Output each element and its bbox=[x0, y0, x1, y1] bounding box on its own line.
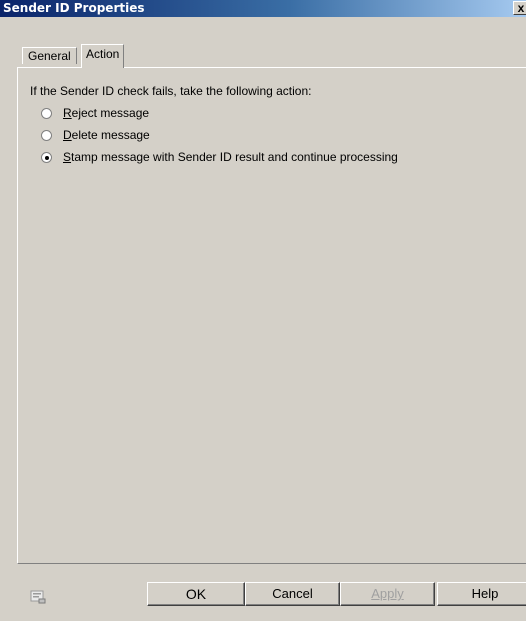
radio-circle bbox=[41, 130, 52, 141]
title-bar[interactable]: Sender ID Properties x bbox=[0, 0, 526, 17]
help-button[interactable]: Help bbox=[437, 582, 526, 606]
ok-button[interactable]: OK bbox=[147, 582, 245, 606]
help-topic-icon[interactable] bbox=[30, 590, 46, 604]
apply-button[interactable]: Apply bbox=[340, 582, 435, 606]
tab-general[interactable]: General bbox=[22, 47, 77, 64]
radio-reject-message[interactable]: Reject message bbox=[33, 106, 313, 122]
action-prompt: If the Sender ID check fails, take the f… bbox=[30, 84, 312, 98]
radio-stamp-message[interactable]: Stamp message with Sender ID result and … bbox=[33, 150, 398, 166]
radio-label: Stamp message with Sender ID result and … bbox=[63, 150, 398, 164]
properties-dialog: Sender ID Properties x General Action If… bbox=[0, 0, 526, 621]
radio-delete-message[interactable]: Delete message bbox=[33, 128, 313, 144]
cancel-button[interactable]: Cancel bbox=[245, 582, 340, 606]
radio-label: Delete message bbox=[63, 128, 150, 142]
window-title: Sender ID Properties bbox=[3, 1, 145, 15]
close-button[interactable]: x bbox=[513, 1, 526, 15]
radio-circle bbox=[41, 108, 52, 119]
radio-selected-dot bbox=[45, 156, 49, 160]
radio-circle bbox=[41, 152, 52, 163]
radio-label: Reject message bbox=[63, 106, 150, 120]
tab-action[interactable]: Action bbox=[81, 44, 125, 68]
